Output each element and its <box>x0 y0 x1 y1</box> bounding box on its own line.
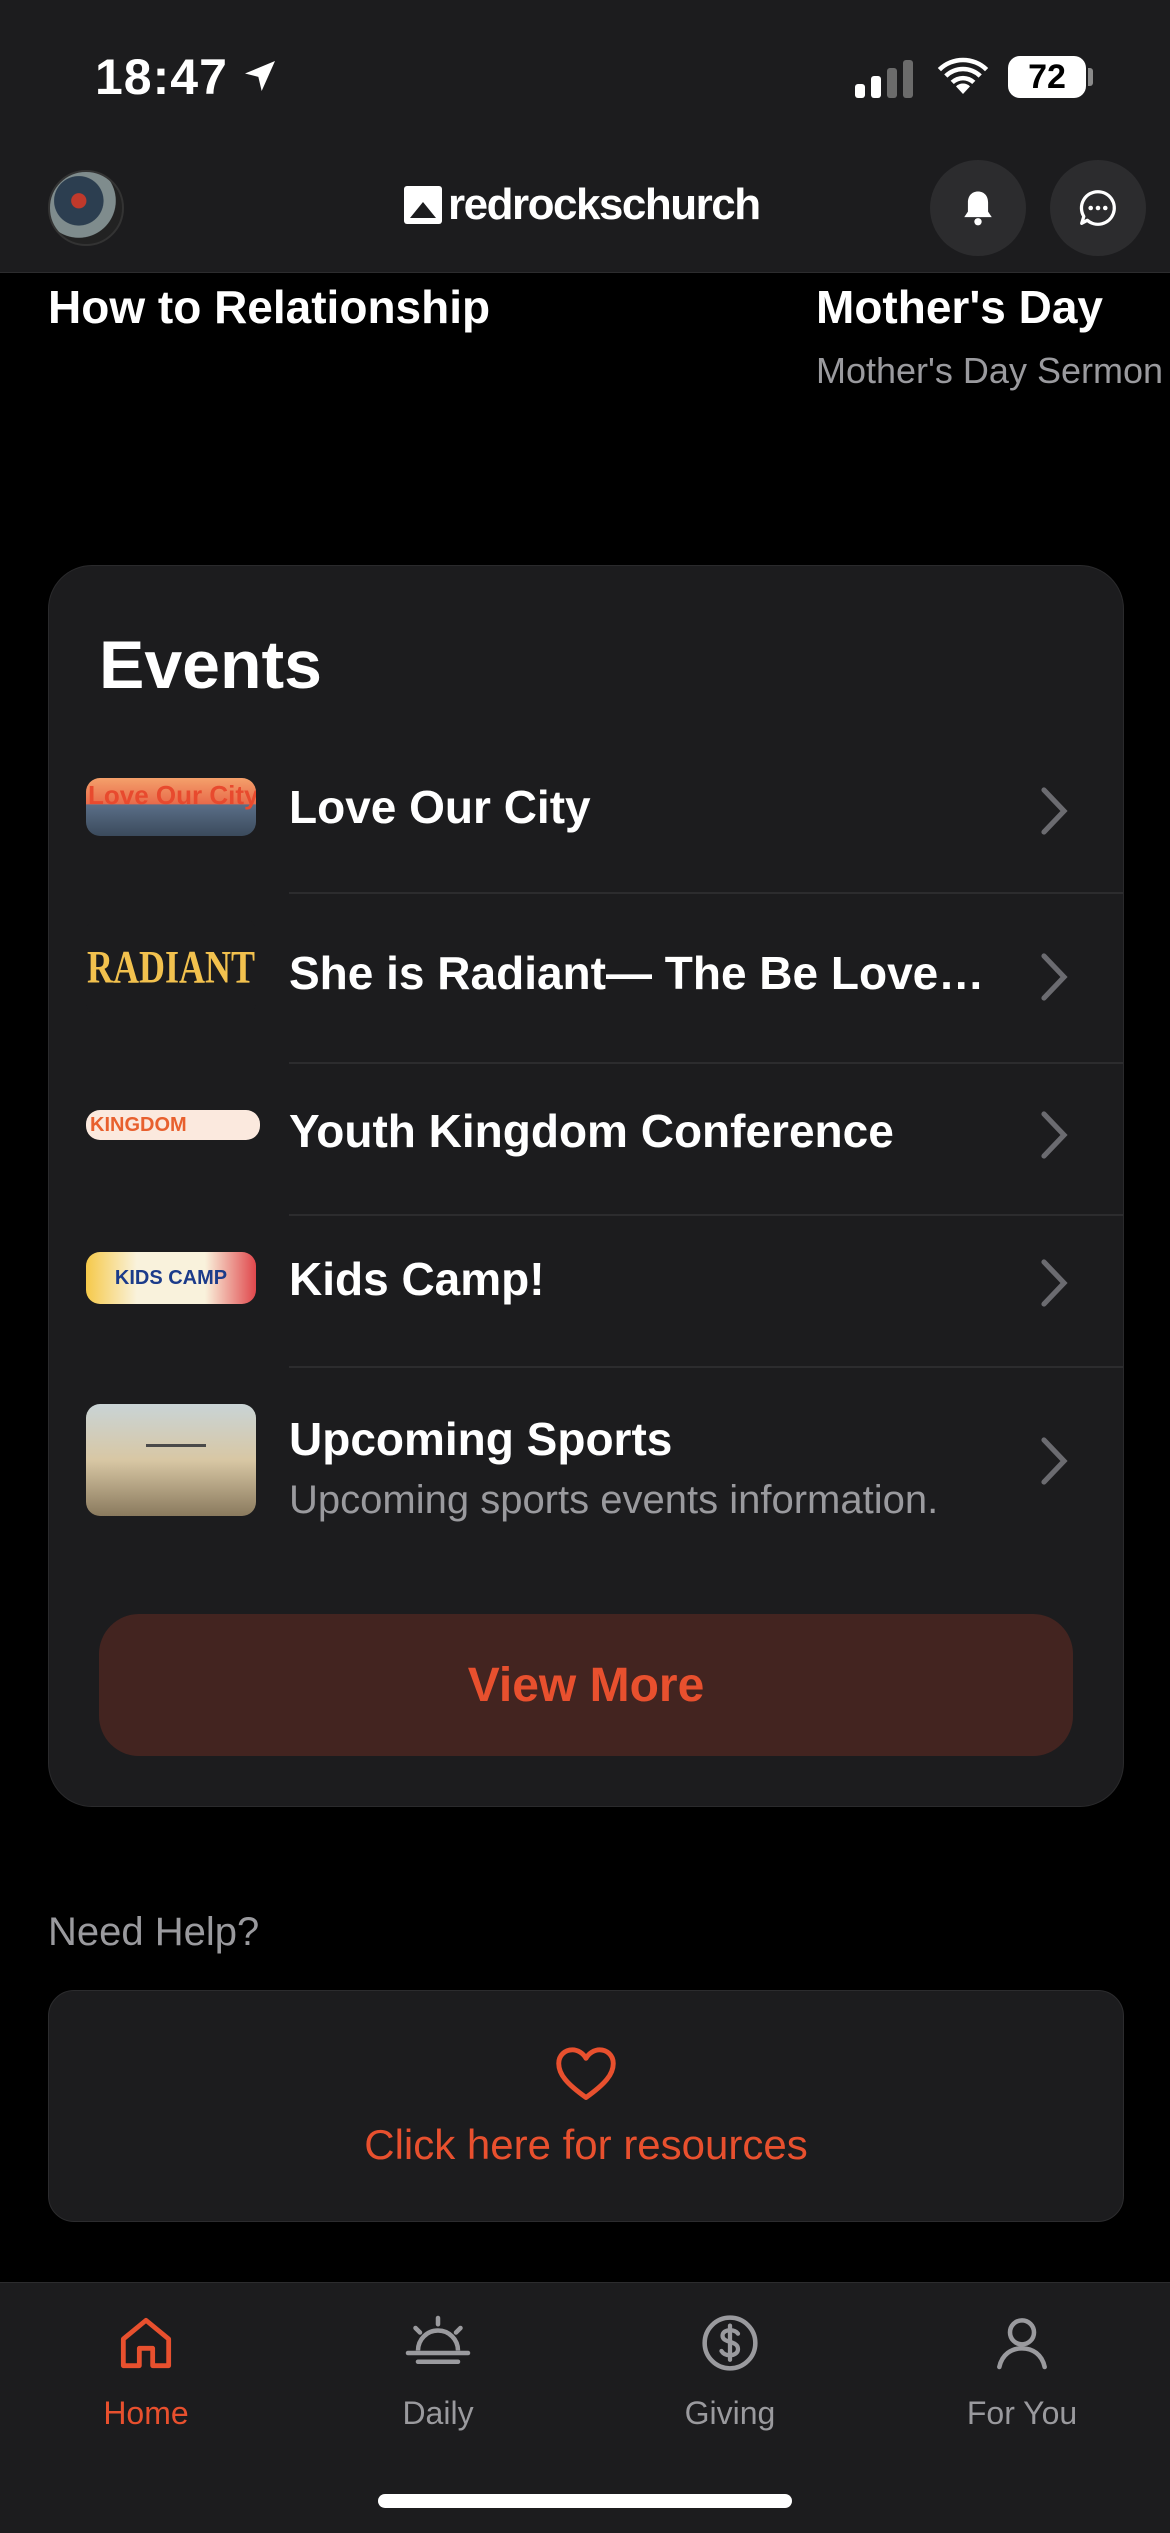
resources-card[interactable]: Click here for resources <box>48 1990 1124 2222</box>
thumbnail-text: Love Our City <box>88 780 256 810</box>
tab-label: Daily <box>402 2395 474 2431</box>
event-row-kids-camp[interactable]: KIDS CAMP Kids Camp! <box>49 1216 1123 1368</box>
event-thumbnail: RADIANT <box>86 918 256 1016</box>
person-icon <box>997 2318 1047 2370</box>
messages-button[interactable] <box>1050 160 1146 256</box>
event-row-youth-kingdom-conference[interactable]: KINGDOM Youth Kingdom Conference <box>49 1064 1123 1216</box>
thumbnail-text: KINGDOM <box>90 1113 187 1136</box>
event-thumbnail: KIDS CAMP <box>86 1252 256 1304</box>
event-thumbnail: Love Our City <box>86 778 256 836</box>
tab-label: Giving <box>684 2395 776 2431</box>
event-label: Upcoming Sports <box>289 1413 673 1465</box>
logo-mark-icon <box>404 186 442 224</box>
event-subtitle: Upcoming sports events information. <box>289 1478 939 1522</box>
app-header: redrockschurch <box>0 150 1170 273</box>
chevron-right-icon <box>1041 953 1068 1001</box>
status-bar: 18:47 72 <box>0 0 1170 150</box>
event-row-upcoming-sports[interactable]: Upcoming Sports Upcoming sports events i… <box>49 1368 1123 1548</box>
battery-cap <box>1088 68 1093 86</box>
events-title: Events <box>99 627 322 703</box>
row-divider <box>289 892 1123 894</box>
notifications-button[interactable] <box>930 160 1026 256</box>
bell-icon <box>964 191 992 226</box>
events-card: Events Love Our City Love Our City RADIA… <box>48 565 1124 1807</box>
tab-label: Home <box>103 2395 189 2431</box>
status-time: 18:47 <box>95 49 228 105</box>
heart-icon <box>556 2047 616 2100</box>
tab-label: For You <box>966 2395 1078 2431</box>
chevron-right-icon <box>1041 787 1068 835</box>
event-thumbnail <box>86 1404 256 1516</box>
thumbnail-text: RADIANT <box>86 941 255 993</box>
sermon-card-title[interactable]: Mother's Day <box>816 280 1103 334</box>
tab-giving[interactable]: Giving <box>584 2303 876 2443</box>
tab-home[interactable]: Home <box>0 2303 292 2443</box>
home-icon <box>120 2317 172 2369</box>
dollar-icon <box>702 2315 758 2371</box>
sermon-card-subtitle: Mother's Day Sermon <box>816 350 1163 391</box>
event-thumbnail: KINGDOM <box>86 1110 260 1140</box>
volleyball-net <box>146 1444 206 1447</box>
church-logo: redrockschurch <box>404 180 761 230</box>
view-more-button[interactable]: View More <box>99 1614 1073 1756</box>
home-indicator <box>378 2494 792 2508</box>
sunrise-icon <box>405 2315 471 2364</box>
event-label: She is Radiant— The Be Love… <box>289 947 985 999</box>
resources-link[interactable]: Click here for resources <box>49 2121 1123 2169</box>
profile-avatar[interactable] <box>48 170 124 246</box>
tab-daily[interactable]: Daily <box>292 2303 584 2443</box>
logo-text: redrockschurch <box>448 180 761 229</box>
chevron-right-icon <box>1041 1111 1068 1159</box>
event-label: Kids Camp! <box>289 1253 545 1305</box>
event-row-love-our-city[interactable]: Love Our City Love Our City <box>49 766 1123 894</box>
battery-indicator: 72 <box>1008 56 1086 98</box>
thumbnail-text: KIDS CAMP <box>114 1266 228 1289</box>
chevron-right-icon <box>1041 1437 1068 1485</box>
wifi-icon <box>937 57 989 94</box>
chevron-right-icon <box>1041 1259 1068 1307</box>
tab-for-you[interactable]: For You <box>876 2303 1168 2443</box>
cellular-signal-icon <box>855 58 913 98</box>
chat-bubble-icon <box>1079 190 1116 226</box>
help-heading: Need Help? <box>48 1910 260 1954</box>
event-label: Love Our City <box>289 781 591 833</box>
sermon-card-title[interactable]: How to Relationship <box>48 280 490 334</box>
event-row-she-is-radiant[interactable]: RADIANT She is Radiant— The Be Love… <box>49 896 1123 1064</box>
event-label: Youth Kingdom Conference <box>289 1105 894 1157</box>
location-arrow-icon <box>245 61 275 91</box>
